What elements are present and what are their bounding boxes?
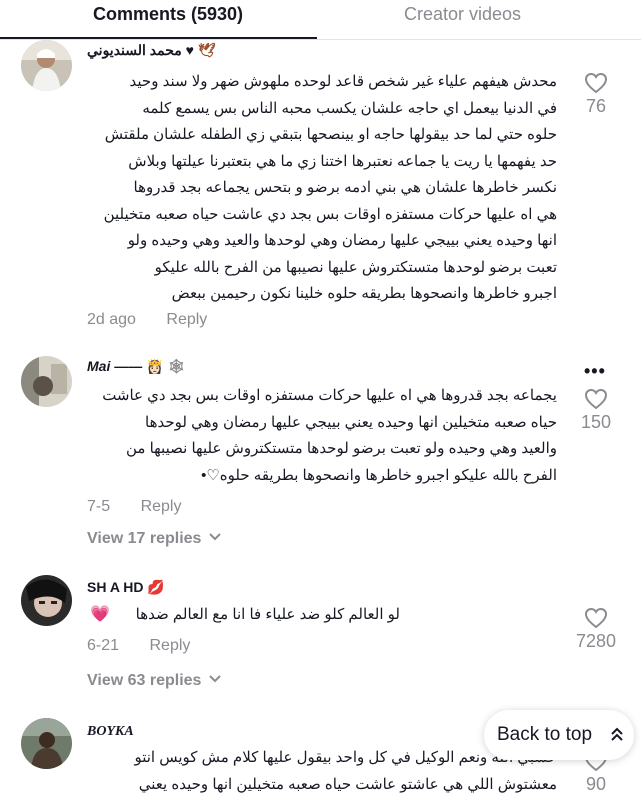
more-options-button[interactable]: ••• xyxy=(584,361,606,382)
like-count: 150 xyxy=(580,412,612,432)
heart-icon xyxy=(584,388,608,410)
comment-meta: 2d ago Reply xyxy=(87,311,207,329)
view-replies-button[interactable]: View 63 replies xyxy=(87,670,222,690)
chevron-down-icon xyxy=(209,670,222,688)
like-button[interactable]: 76 xyxy=(566,72,626,117)
avatar[interactable] xyxy=(21,40,72,91)
pink-heart-emoji-icon: 💗 xyxy=(90,606,110,623)
comment-username[interactable]: Mai —— 👸🏻 🕸 xyxy=(87,358,185,375)
spiderweb-emoji-icon: 🕸 xyxy=(167,358,186,374)
avatar[interactable] xyxy=(21,575,72,626)
comment-date: 2d ago xyxy=(87,311,136,328)
avatar[interactable] xyxy=(21,718,72,769)
comment-text: حسبي الله ونعم الوكيل في كل واحد بيقول ع… xyxy=(134,749,557,793)
tab-comments[interactable]: Comments (5930) xyxy=(93,4,243,25)
like-count: 90 xyxy=(585,774,607,794)
reply-button[interactable]: Reply xyxy=(166,311,207,328)
comment-text: يجماعه بجد قدروها هي اه عليها حركات مستف… xyxy=(102,387,557,484)
comment-username[interactable]: SH A HD 💋 xyxy=(87,579,165,596)
woman-emoji-icon: 👸🏻 xyxy=(146,358,164,374)
comment-username[interactable]: محمد السنديوني ♥ 🕊 xyxy=(87,42,216,59)
like-count: 7280 xyxy=(575,631,617,651)
view-replies-button[interactable]: View 17 replies xyxy=(87,528,222,548)
tab-bar: Comments (5930) Creator videos xyxy=(0,0,641,40)
comment-date: 7-5 xyxy=(87,498,111,515)
like-button[interactable]: 7280 xyxy=(566,607,626,652)
comment-meta: 7-5 Reply xyxy=(87,498,181,516)
back-to-top-button[interactable]: Back to top xyxy=(484,710,634,760)
heart-icon xyxy=(584,72,608,94)
reply-button[interactable]: Reply xyxy=(141,498,182,515)
back-to-top-label: Back to top xyxy=(497,724,593,745)
like-button[interactable]: 150 xyxy=(566,388,626,433)
tab-divider xyxy=(0,39,641,40)
avatar[interactable] xyxy=(21,356,72,407)
comment-meta: 6-21 Reply xyxy=(87,637,190,655)
bird-emoji-icon: 🕊 xyxy=(197,42,216,58)
reply-button[interactable]: Reply xyxy=(149,637,190,654)
comment-date: 6-21 xyxy=(87,637,120,654)
tab-creator-videos[interactable]: Creator videos xyxy=(404,4,521,25)
like-count: 76 xyxy=(585,96,607,116)
heart-icon xyxy=(584,607,608,629)
comment-username[interactable]: BOYKA xyxy=(87,722,134,740)
comment-text: لو العالم كلو ضد علياء فا انا مع العالم … xyxy=(135,606,400,623)
comment-text: محدش هيفهم علياء غير شخص قاعد لوحده ملهو… xyxy=(103,73,557,302)
chevron-down-icon xyxy=(209,528,222,546)
double-chevron-up-icon xyxy=(611,726,623,748)
lips-emoji-icon: 💋 xyxy=(147,579,165,595)
